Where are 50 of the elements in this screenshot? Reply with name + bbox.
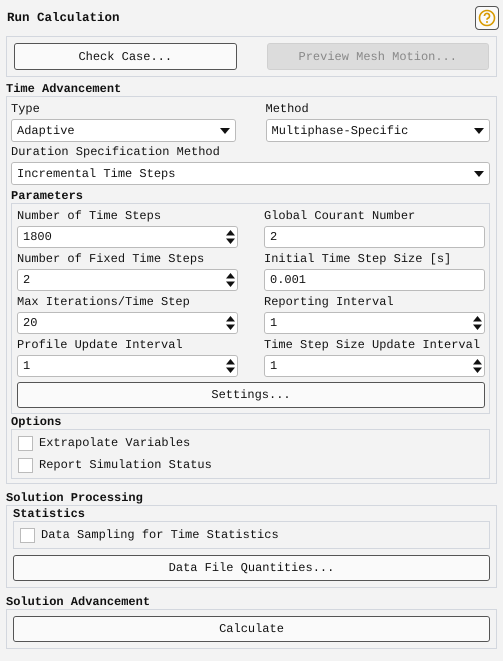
spinner-arrows-icon[interactable] (226, 273, 235, 287)
checkbox-label: Extrapolate Variables (39, 436, 190, 450)
field-label: Global Courant Number (264, 208, 416, 224)
data-file-quantities-button[interactable]: Data File Quantities... (13, 555, 490, 581)
section-heading: Solution Processing (6, 492, 144, 505)
section-heading: Parameters (11, 190, 84, 203)
dropdown[interactable]: Multiphase-Specific (266, 119, 490, 142)
spinner-arrows-icon[interactable] (226, 359, 235, 373)
field-label: Time Step Size Update Interval (264, 337, 482, 353)
spinner-field[interactable]: 1 (264, 355, 485, 377)
spinner-arrows-icon[interactable] (473, 359, 482, 373)
field-label: Number of Fixed Time Steps (17, 251, 206, 267)
help-button[interactable] (475, 6, 499, 30)
spinner-arrows-icon[interactable] (473, 316, 482, 330)
spinner-field[interactable]: 1 (17, 355, 238, 377)
dropdown[interactable]: Adaptive (11, 119, 236, 142)
spinner-field[interactable]: 1 (264, 312, 485, 334)
settings-button[interactable]: Settings... (17, 382, 485, 408)
field-label: Max Iterations/Time Step (17, 294, 191, 310)
action-button[interactable]: Check Case... (14, 43, 236, 70)
spinner-field[interactable]: 20 (17, 312, 238, 334)
field-label: Number of Time Steps (17, 208, 162, 224)
input-field[interactable]: 0.001 (264, 269, 485, 291)
section-heading: Time Advancement (6, 83, 122, 96)
panel-title: Run Calculation (6, 11, 120, 25)
field-label: Reporting Interval (264, 294, 395, 310)
checkbox[interactable] (18, 436, 33, 450)
input-field[interactable]: 2 (264, 226, 485, 248)
dropdown[interactable]: Incremental Time Steps (11, 162, 490, 185)
calculate-button[interactable]: Calculate (13, 616, 490, 642)
dropdown-arrow-icon (220, 128, 230, 134)
field-label: Profile Update Interval (17, 337, 184, 353)
field-label: Type (11, 101, 41, 117)
checkbox-label: Data Sampling for Time Statistics (41, 528, 279, 542)
spinner-arrows-icon[interactable] (226, 316, 235, 330)
spinner-arrows-icon[interactable] (226, 230, 235, 244)
checkbox[interactable] (20, 528, 35, 542)
section-heading: Solution Advancement (6, 596, 152, 609)
dropdown-arrow-icon (474, 170, 484, 176)
checkbox-label: Report Simulation Status (39, 458, 212, 472)
field-label: Method (266, 101, 310, 117)
checkbox[interactable] (18, 458, 33, 472)
section-heading: Statistics (13, 508, 86, 521)
help-icon (478, 9, 496, 27)
spinner-field[interactable]: 1800 (17, 226, 238, 248)
field-label: Duration Specification Method (11, 144, 221, 160)
dropdown-arrow-icon (474, 128, 484, 134)
section-heading: Options (11, 416, 62, 429)
spinner-field[interactable]: 2 (17, 269, 238, 291)
field-label: Initial Time Step Size [s] (264, 251, 452, 267)
